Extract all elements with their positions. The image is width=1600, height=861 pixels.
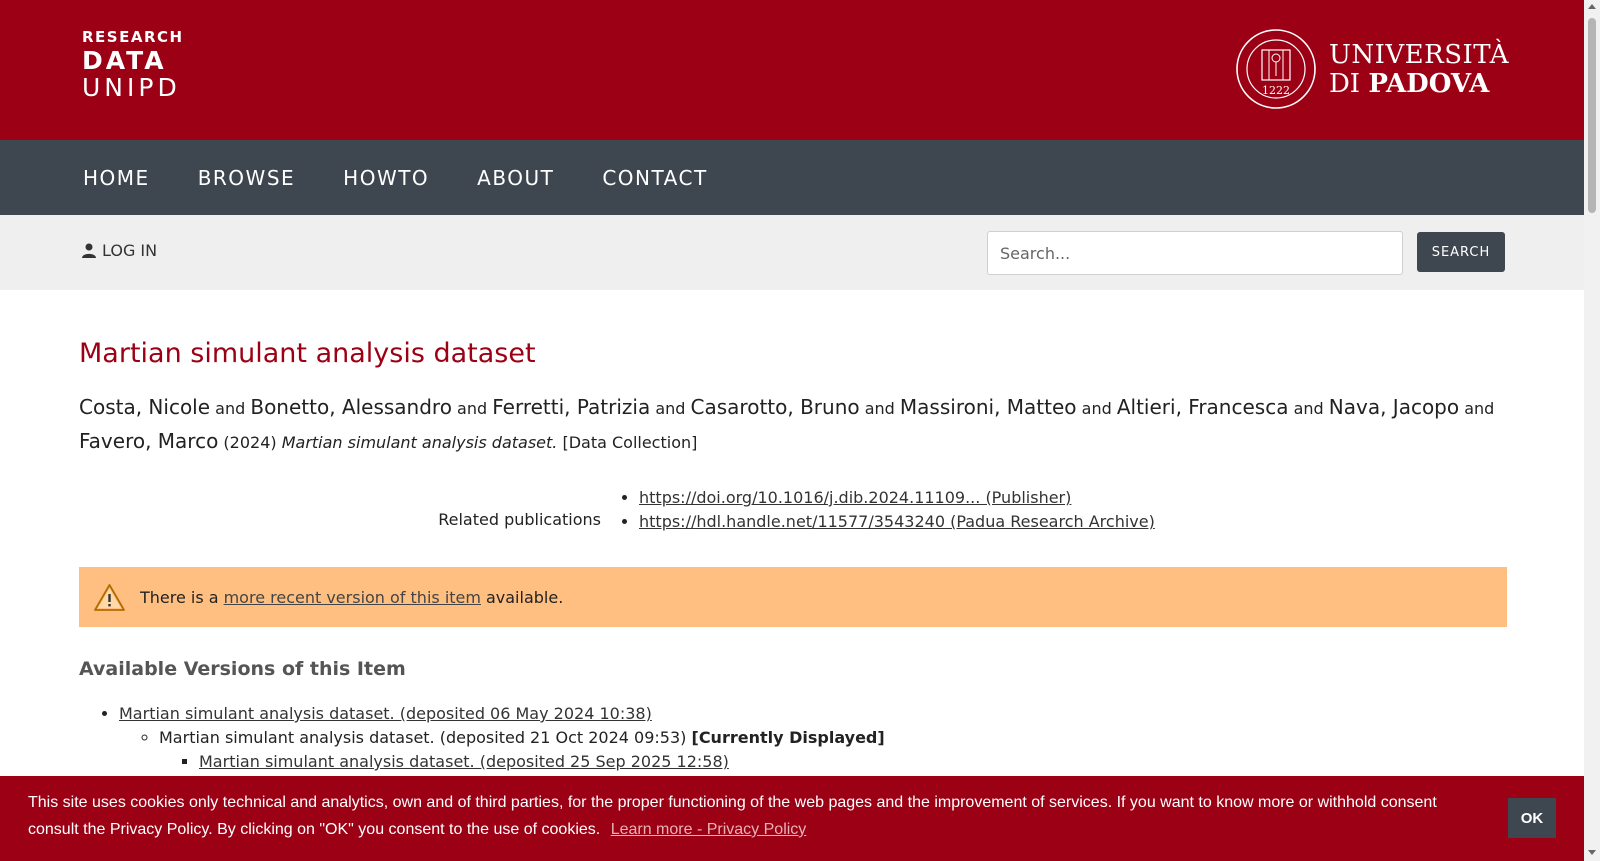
nav-about[interactable]: ABOUT: [477, 166, 554, 190]
citation-year: (2024): [223, 433, 277, 452]
author: Massironi, Matteo: [899, 395, 1077, 419]
author: Nava, Jacopo: [1328, 395, 1460, 419]
university-logo[interactable]: 1222 UNIVERSITÀ DI PADOVA: [1235, 28, 1509, 110]
item-type: [Data Collection]: [562, 433, 698, 452]
author-conjunction: and: [1293, 399, 1324, 418]
author-conjunction: and: [1464, 399, 1495, 418]
login-label: LOG IN: [102, 241, 158, 260]
seal-year: 1222: [1262, 84, 1290, 97]
versions-heading: Available Versions of this Item: [79, 658, 406, 680]
newer-version-alert: There is a more recent version of this i…: [79, 567, 1507, 627]
related-publication-link[interactable]: https://doi.org/10.1016/j.dib.2024.11109…: [639, 488, 1071, 507]
logo-line-research: RESEARCH: [82, 28, 184, 46]
versions-list: Martian simulant analysis dataset. (depo…: [79, 702, 885, 774]
current-version-tag: [Currently Displayed]: [691, 728, 885, 747]
author: Casarotto, Bruno: [690, 395, 860, 419]
version-link[interactable]: Martian simulant analysis dataset. (depo…: [199, 752, 729, 771]
version-item: Martian simulant analysis dataset. (depo…: [199, 750, 885, 774]
login-link[interactable]: LOG IN: [82, 241, 157, 260]
citation: Costa, Nicole and Bonetto, Alessandro an…: [79, 391, 1507, 459]
author: Bonetto, Alessandro: [250, 395, 452, 419]
utility-bar: LOG IN SEARCH: [0, 215, 1584, 290]
nav-howto[interactable]: HOWTO: [343, 166, 429, 190]
citation-title: Martian simulant analysis dataset.: [281, 433, 558, 452]
version-item-current: Martian simulant analysis dataset. (depo…: [159, 726, 885, 774]
main-nav: HOME BROWSE HOWTO ABOUT CONTACT: [0, 140, 1584, 215]
author: Costa, Nicole: [79, 395, 211, 419]
logo-line-unipd: UNIPD: [82, 73, 181, 102]
main-content: Martian simulant analysis dataset Costa,…: [79, 290, 1507, 771]
cookie-banner: This site uses cookies only technical an…: [0, 776, 1584, 861]
author-conjunction: and: [457, 399, 488, 418]
search-button[interactable]: SEARCH: [1417, 232, 1505, 272]
scrollbar-thumb[interactable]: [1588, 18, 1596, 213]
privacy-policy-link[interactable]: Learn more - Privacy Policy: [611, 821, 807, 838]
author-conjunction: and: [1081, 399, 1112, 418]
page: RESEARCH DATA UNIPD 1222 UNIVERSITÀ DI P…: [0, 0, 1584, 861]
search-input[interactable]: [987, 231, 1403, 275]
vertical-scrollbar[interactable]: [1584, 0, 1600, 861]
related-publications-label: Related publications: [438, 510, 601, 529]
author: Altieri, Francesca: [1116, 395, 1289, 419]
cookie-ok-button[interactable]: OK: [1508, 798, 1556, 838]
logo-line-data: DATA: [82, 46, 167, 75]
nav-browse[interactable]: BROWSE: [198, 166, 295, 190]
author-conjunction: and: [864, 399, 895, 418]
author: Ferretti, Patrizia: [492, 395, 651, 419]
page-title: Martian simulant analysis dataset: [79, 338, 536, 369]
version-item: Martian simulant analysis dataset. (depo…: [119, 702, 885, 774]
site-header: RESEARCH DATA UNIPD 1222 UNIVERSITÀ DI P…: [0, 0, 1584, 140]
author-conjunction: and: [655, 399, 686, 418]
scroll-down-arrow-icon[interactable]: [1588, 850, 1596, 855]
university-di: DI: [1328, 68, 1361, 99]
author: Favero, Marco: [79, 429, 219, 453]
nav-contact[interactable]: CONTACT: [602, 166, 707, 190]
current-version-text: Martian simulant analysis dataset. (depo…: [159, 728, 687, 747]
university-seal-icon: 1222: [1236, 29, 1316, 109]
newer-version-link[interactable]: more recent version of this item: [224, 588, 481, 607]
research-data-unipd-logo[interactable]: RESEARCH DATA UNIPD: [82, 28, 184, 102]
university-padova: PADOVA: [1368, 68, 1490, 99]
nav-home[interactable]: HOME: [83, 166, 150, 190]
version-link[interactable]: Martian simulant analysis dataset. (depo…: [119, 704, 652, 723]
warning-icon: [94, 583, 125, 611]
alert-prefix: There is a: [140, 587, 219, 607]
user-icon: [82, 243, 96, 258]
scroll-up-arrow-icon[interactable]: [1588, 4, 1596, 9]
university-name-line1: UNIVERSITÀ: [1328, 39, 1509, 70]
related-publication-link[interactable]: https://hdl.handle.net/11577/3543240 (Pa…: [639, 512, 1155, 531]
alert-suffix: available.: [485, 587, 564, 607]
author-conjunction: and: [215, 399, 246, 418]
